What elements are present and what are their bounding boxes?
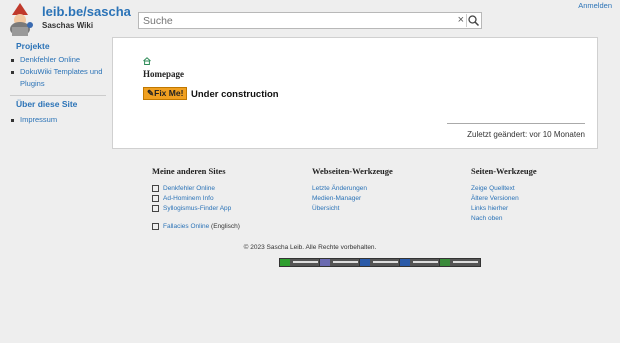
footer-item-fallacies[interactable]: Fallacies Online (Englisch) bbox=[152, 222, 240, 232]
book-icon bbox=[152, 222, 159, 230]
footer-item-suffix: (Englisch) bbox=[209, 223, 240, 230]
book-icon bbox=[152, 184, 159, 192]
footer-link-back-to-top[interactable]: Nach oben bbox=[471, 214, 537, 224]
copyright-notice: © 2023 Sascha Leib. Alle Rechte vorbehal… bbox=[243, 244, 377, 251]
footer-page-tools-heading: Seiten-Werkzeuge bbox=[471, 166, 537, 176]
sidebar-item-denkfehler-online[interactable]: Denkfehler Online bbox=[0, 54, 112, 66]
w3c-html-badge-icon[interactable] bbox=[359, 258, 401, 267]
site-tagline: Saschas Wiki bbox=[42, 21, 94, 30]
sidebar-list-projekte: Denkfehler Online DokuWiki Templates und… bbox=[0, 54, 112, 90]
footer-item-label: Ad-Hominem Info bbox=[163, 195, 214, 202]
search-icon bbox=[468, 15, 480, 27]
sidebar-item-dokuwiki-templates[interactable]: DokuWiki Templates und Plugins bbox=[0, 66, 112, 90]
page-title: Homepage bbox=[143, 69, 184, 79]
footer-sites-heading: Meine anderen Sites bbox=[152, 166, 226, 176]
sidebar-item-impressum[interactable]: Impressum bbox=[0, 114, 112, 126]
last-modified: Zuletzt geändert: vor 10 Monaten bbox=[467, 130, 585, 139]
footer-link-sitemap[interactable]: Übersicht bbox=[312, 204, 393, 214]
footer-page-tools-column: Seiten-Werkzeuge Zeige Quelltext Ältere … bbox=[471, 166, 537, 224]
finder-icon bbox=[152, 204, 159, 212]
footer-item-denkfehler[interactable]: Denkfehler Online bbox=[152, 184, 240, 194]
sidebar-heading-projekte: Projekte bbox=[16, 41, 50, 51]
footer-item-label: Syllogismus-Finder App bbox=[163, 205, 232, 212]
footer-item-label: Fallacies Online bbox=[163, 223, 210, 230]
status-text: Under construction bbox=[191, 89, 279, 100]
w3c-css-badge-icon[interactable] bbox=[399, 258, 441, 267]
clear-icon[interactable]: × bbox=[458, 13, 464, 28]
content-divider bbox=[447, 123, 585, 124]
footer-link-recent-changes[interactable]: Letzte Änderungen bbox=[312, 184, 393, 194]
dokuwiki-badge-icon[interactable] bbox=[439, 258, 481, 267]
login-link[interactable]: Anmelden bbox=[578, 1, 612, 10]
sidebar-heading-ueber: Über diese Site bbox=[16, 99, 78, 109]
main-content: Homepage ✎Fix Me! Under construction Zul… bbox=[112, 37, 598, 149]
footer-link-media-manager[interactable]: Medien-Manager bbox=[312, 194, 393, 204]
footer-link-old-revisions[interactable]: Ältere Versionen bbox=[471, 194, 537, 204]
footer-item-ad-hominem[interactable]: Ad-Hominem Info bbox=[152, 194, 240, 204]
fixme-badge: ✎Fix Me! bbox=[143, 87, 188, 100]
footer-link-show-source[interactable]: Zeige Quelltext bbox=[471, 184, 537, 194]
fixme-label: Fix Me! bbox=[154, 88, 184, 98]
search-form: × bbox=[138, 12, 482, 29]
site-logo[interactable] bbox=[6, 3, 38, 37]
search-input[interactable] bbox=[143, 13, 453, 28]
sidebar-list-ueber: Impressum bbox=[0, 114, 112, 126]
footer-item-label: Denkfehler Online bbox=[163, 185, 216, 192]
sidebar-divider bbox=[10, 95, 106, 96]
sidebar: Projekte Denkfehler Online DokuWiki Temp… bbox=[0, 41, 112, 126]
search-button[interactable] bbox=[466, 14, 480, 27]
php-badge-icon[interactable] bbox=[319, 258, 361, 267]
cc-badge-icon[interactable] bbox=[279, 258, 321, 267]
home-icon[interactable] bbox=[143, 52, 151, 65]
footer-item-syllogismus[interactable]: Syllogismus-Finder App bbox=[152, 204, 240, 214]
footer-link-backlinks[interactable]: Links hierher bbox=[471, 204, 537, 214]
footer-site-tools-heading: Webseiten-Werkzeuge bbox=[312, 166, 393, 176]
footer-sites-column: Meine anderen Sites Denkfehler Online Ad… bbox=[152, 166, 240, 232]
footer-site-tools-column: Webseiten-Werkzeuge Letzte Änderungen Me… bbox=[312, 166, 393, 214]
site-title[interactable]: leib.be/sascha bbox=[42, 4, 131, 19]
ad-hominem-icon bbox=[152, 194, 159, 202]
